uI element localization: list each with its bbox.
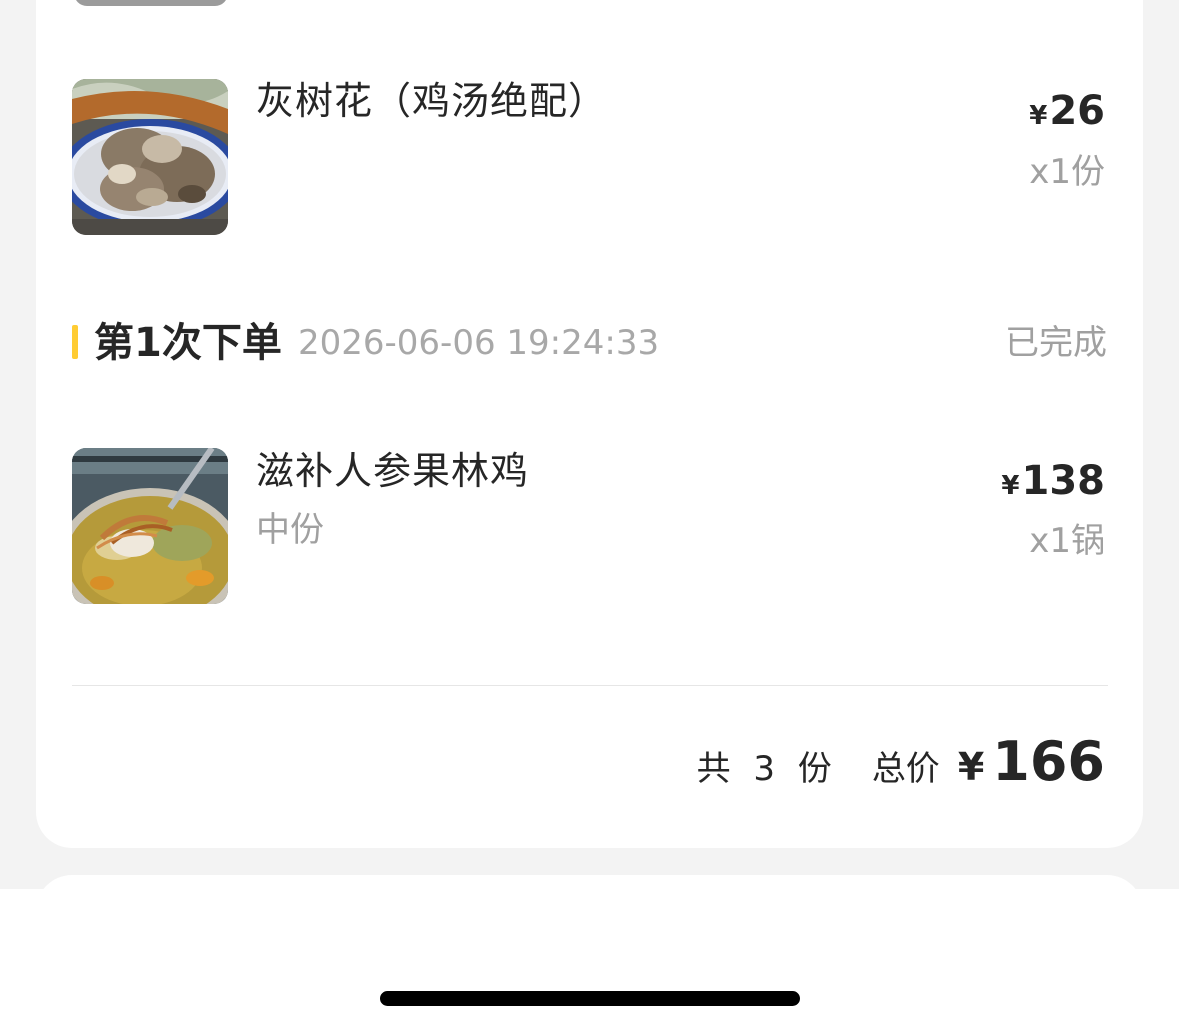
total-label: 总价 (871, 749, 940, 789)
item-name: 滋补人参果林鸡 (256, 449, 530, 493)
item-price-value: 26 (1049, 88, 1105, 134)
total-price: 166 (992, 730, 1105, 793)
item-spec: 中份 (256, 510, 324, 550)
item-quantity: x1锅 (1029, 521, 1105, 561)
order-title: 第1次下单 (94, 320, 282, 366)
item-price-value: 138 (1021, 458, 1106, 504)
order-header: 第1次下单 2026-06-06 19:24:33 已完成 (72, 320, 1107, 366)
order-timestamp: 2026-06-06 19:24:33 (298, 323, 660, 363)
previous-item-image-edge (74, 0, 228, 6)
maitake-mushroom-photo[interactable] (72, 79, 228, 235)
bottom-safe-area (0, 889, 1179, 1030)
yen-symbol: ¥ (1001, 471, 1020, 501)
item-name: 灰树花（鸡汤绝配） (256, 79, 608, 123)
item-price: ¥138 (1001, 458, 1105, 509)
ginseng-chicken-soup-photo[interactable] (72, 448, 228, 604)
item-price: ¥26 (1029, 88, 1105, 139)
order-accent-bar (72, 325, 78, 359)
total-count: 共 3 份 (696, 749, 838, 789)
order-status: 已完成 (1005, 323, 1107, 363)
yen-symbol: ¥ (957, 745, 985, 789)
order-summary: 共 3 份 总价 ¥ 166 (697, 730, 1105, 800)
home-indicator[interactable] (380, 991, 800, 1006)
item-quantity: x1份 (1029, 152, 1105, 192)
divider (72, 685, 1108, 686)
yen-symbol: ¥ (1029, 101, 1048, 131)
